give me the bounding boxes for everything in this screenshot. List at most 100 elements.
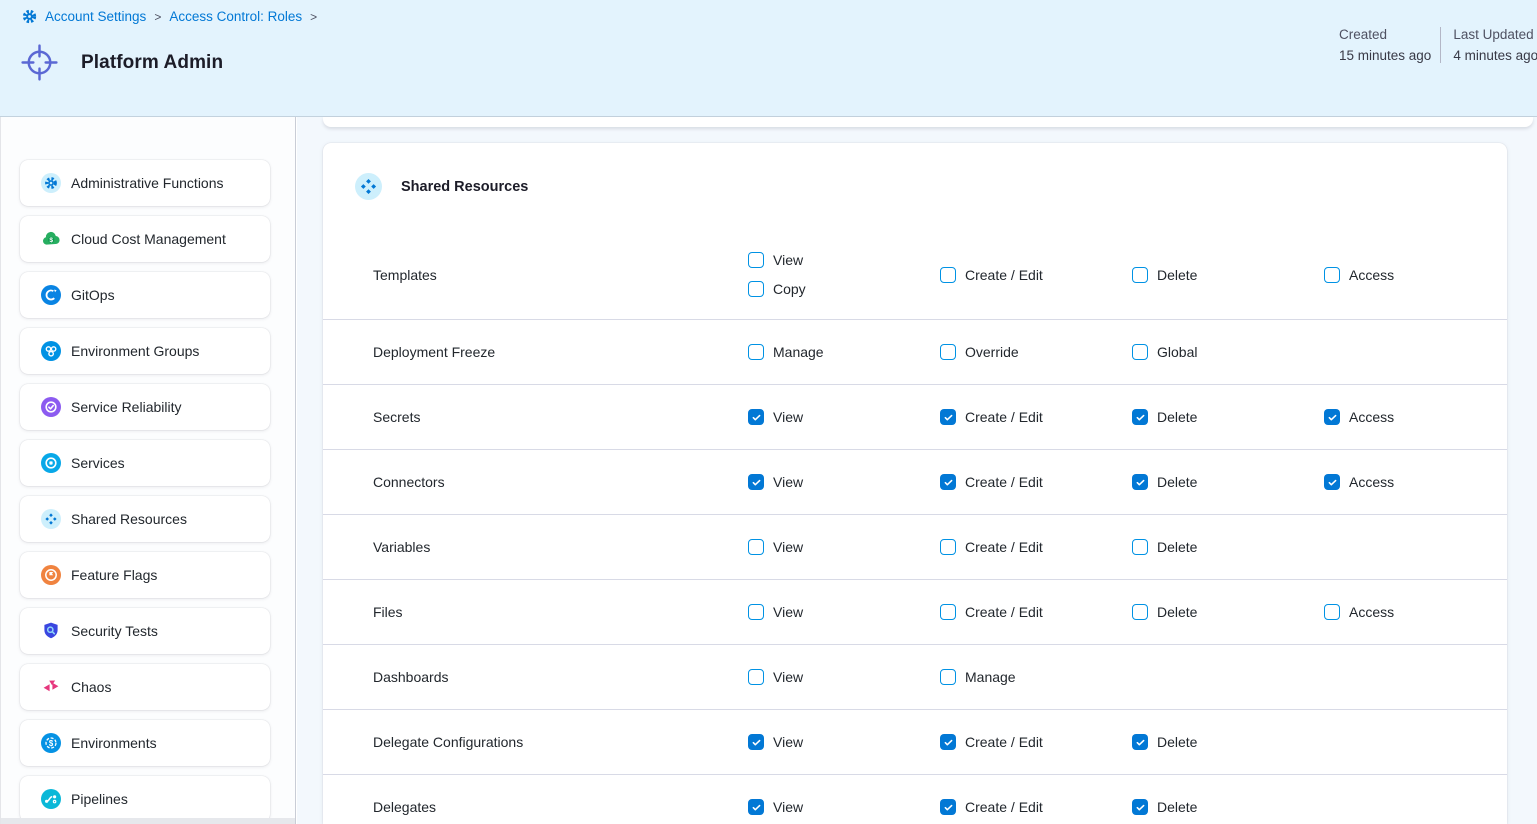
global-checkbox[interactable] bbox=[1132, 344, 1148, 360]
view-checkbox[interactable] bbox=[748, 474, 764, 490]
page: Account Settings > Access Control: Roles… bbox=[0, 0, 1537, 824]
delete-permission-toggle[interactable]: Delete bbox=[1132, 799, 1197, 815]
access-checkbox[interactable] bbox=[1324, 474, 1340, 490]
view-checkbox[interactable] bbox=[748, 539, 764, 555]
breadcrumb-link-account-settings[interactable]: Account Settings bbox=[45, 9, 146, 24]
access-checkbox[interactable] bbox=[1324, 267, 1340, 283]
create-edit-checkbox[interactable] bbox=[940, 409, 956, 425]
view-checkbox[interactable] bbox=[748, 669, 764, 685]
create-edit-permission-toggle[interactable]: Create / Edit bbox=[940, 734, 1043, 750]
sidebar-item-services[interactable]: Services bbox=[20, 440, 270, 486]
delete-permission-toggle[interactable]: Delete bbox=[1132, 734, 1197, 750]
sidebar-item-cloud-cost-management[interactable]: $Cloud Cost Management bbox=[20, 216, 270, 262]
permission-cell: View bbox=[748, 409, 940, 425]
sidebar-item-environment-groups[interactable]: Environment Groups bbox=[20, 328, 270, 374]
copy-checkbox[interactable] bbox=[748, 281, 764, 297]
create-edit-permission-toggle[interactable]: Create / Edit bbox=[940, 604, 1043, 620]
sidebar-item-feature-flags[interactable]: Feature Flags bbox=[20, 552, 270, 598]
view-permission-toggle[interactable]: View bbox=[748, 604, 803, 620]
sidebar-item-administrative-functions[interactable]: Administrative Functions bbox=[20, 160, 270, 206]
delete-checkbox[interactable] bbox=[1132, 734, 1148, 750]
create-edit-permission-toggle[interactable]: Create / Edit bbox=[940, 267, 1043, 283]
delete-checkbox[interactable] bbox=[1132, 409, 1148, 425]
view-permission-toggle[interactable]: View bbox=[748, 734, 803, 750]
cloud-cost-icon: $ bbox=[41, 229, 61, 249]
manage-permission-toggle[interactable]: Manage bbox=[748, 344, 824, 360]
create-edit-checkbox[interactable] bbox=[940, 604, 956, 620]
sidebar-item-label: Chaos bbox=[71, 679, 111, 695]
permission-cell: Delete bbox=[1132, 409, 1324, 425]
access-permission-toggle[interactable]: Access bbox=[1324, 474, 1394, 490]
view-checkbox[interactable] bbox=[748, 604, 764, 620]
checkbox-label: View bbox=[773, 669, 803, 685]
create-edit-permission-toggle[interactable]: Create / Edit bbox=[940, 539, 1043, 555]
manage-checkbox[interactable] bbox=[748, 344, 764, 360]
view-permission-toggle[interactable]: View bbox=[748, 799, 803, 815]
manage-permission-toggle[interactable]: Manage bbox=[940, 669, 1016, 685]
view-permission-toggle[interactable]: View bbox=[748, 539, 803, 555]
delete-permission-toggle[interactable]: Delete bbox=[1132, 604, 1197, 620]
create-edit-permission-toggle[interactable]: Create / Edit bbox=[940, 799, 1043, 815]
sidebar-item-environments[interactable]: $Environments bbox=[20, 720, 270, 766]
sidebar-item-security-tests[interactable]: Security Tests bbox=[20, 608, 270, 654]
manage-checkbox[interactable] bbox=[940, 669, 956, 685]
permission-cell: Access bbox=[1324, 409, 1507, 425]
view-permission-toggle[interactable]: View bbox=[748, 669, 803, 685]
checkbox-label: Create / Edit bbox=[965, 734, 1043, 750]
view-checkbox[interactable] bbox=[748, 409, 764, 425]
view-checkbox[interactable] bbox=[748, 734, 764, 750]
create-edit-permission-toggle[interactable]: Create / Edit bbox=[940, 474, 1043, 490]
sidebar-item-label: Feature Flags bbox=[71, 567, 157, 583]
delete-checkbox[interactable] bbox=[1132, 267, 1148, 283]
view-checkbox[interactable] bbox=[748, 252, 764, 268]
permission-cell: Create / Edit bbox=[940, 539, 1132, 555]
sidebar-item-pipelines[interactable]: Pipelines bbox=[20, 776, 270, 822]
create-edit-permission-toggle[interactable]: Create / Edit bbox=[940, 409, 1043, 425]
admin-gear-icon bbox=[41, 173, 61, 193]
delete-permission-toggle[interactable]: Delete bbox=[1132, 409, 1197, 425]
access-checkbox[interactable] bbox=[1324, 409, 1340, 425]
sidebar-item-service-reliability[interactable]: Service Reliability bbox=[20, 384, 270, 430]
sidebar-item-chaos[interactable]: Chaos bbox=[20, 664, 270, 710]
checkbox-label: View bbox=[773, 604, 803, 620]
delete-permission-toggle[interactable]: Delete bbox=[1132, 474, 1197, 490]
access-permission-toggle[interactable]: Access bbox=[1324, 409, 1394, 425]
resource-label: Templates bbox=[373, 267, 748, 283]
override-checkbox[interactable] bbox=[940, 344, 956, 360]
sidebar-item-shared-resources[interactable]: Shared Resources bbox=[20, 496, 270, 542]
view-permission-toggle[interactable]: View bbox=[748, 409, 803, 425]
view-permission-toggle[interactable]: View bbox=[748, 474, 803, 490]
create-edit-checkbox[interactable] bbox=[940, 734, 956, 750]
svg-text:$: $ bbox=[49, 739, 54, 748]
permission-cell: View bbox=[748, 734, 940, 750]
global-permission-toggle[interactable]: Global bbox=[1132, 344, 1197, 360]
resource-label: Secrets bbox=[373, 409, 748, 425]
delete-checkbox[interactable] bbox=[1132, 474, 1148, 490]
breadcrumb-link-access-control-roles[interactable]: Access Control: Roles bbox=[169, 9, 302, 24]
access-checkbox[interactable] bbox=[1324, 604, 1340, 620]
delete-checkbox[interactable] bbox=[1132, 539, 1148, 555]
settings-gear-icon bbox=[22, 9, 37, 24]
access-permission-toggle[interactable]: Access bbox=[1324, 604, 1394, 620]
resource-category-sidebar: Administrative Functions $Cloud Cost Mana… bbox=[0, 117, 296, 824]
delete-checkbox[interactable] bbox=[1132, 799, 1148, 815]
override-permission-toggle[interactable]: Override bbox=[940, 344, 1019, 360]
main-content: Shared Resources TemplatesViewCopyCreate… bbox=[297, 117, 1537, 824]
view-permission-toggle[interactable]: View bbox=[748, 252, 803, 268]
delete-checkbox[interactable] bbox=[1132, 604, 1148, 620]
create-edit-checkbox[interactable] bbox=[940, 539, 956, 555]
create-edit-checkbox[interactable] bbox=[940, 267, 956, 283]
delete-permission-toggle[interactable]: Delete bbox=[1132, 539, 1197, 555]
resource-label: Connectors bbox=[373, 474, 748, 490]
create-edit-checkbox[interactable] bbox=[940, 799, 956, 815]
view-checkbox[interactable] bbox=[748, 799, 764, 815]
copy-permission-toggle[interactable]: Copy bbox=[748, 281, 806, 297]
section-header: Shared Resources bbox=[323, 143, 1507, 200]
delete-permission-toggle[interactable]: Delete bbox=[1132, 267, 1197, 283]
sidebar-item-label: Security Tests bbox=[71, 623, 158, 639]
sidebar-item-gitops[interactable]: GitOps bbox=[20, 272, 270, 318]
permission-row-deployment-freeze: Deployment FreezeManageOverrideGlobal bbox=[323, 320, 1507, 385]
create-edit-checkbox[interactable] bbox=[940, 474, 956, 490]
access-permission-toggle[interactable]: Access bbox=[1324, 267, 1394, 283]
permission-row-dashboards: DashboardsViewManage bbox=[323, 645, 1507, 710]
